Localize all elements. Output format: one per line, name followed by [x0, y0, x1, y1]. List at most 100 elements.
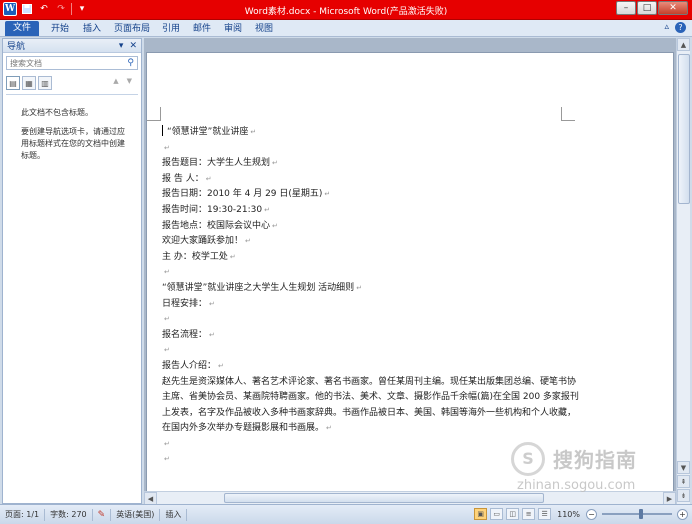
text-cursor — [162, 125, 163, 136]
paragraph-mark-icon: ↵ — [250, 128, 257, 136]
maximize-button[interactable]: □ — [637, 1, 657, 15]
previous-icon[interactable]: ▲ — [113, 77, 118, 85]
document-line[interactable]: 报告地点：校国际会议中心 ↵ — [162, 219, 582, 235]
navigation-pane: 导航 ▾ ✕ 搜索文档 ⚲ ▤ ▦ ▥ ▲ ▼ 此文档不包含标题。 要创建导航选… — [2, 38, 142, 504]
headings-view-icon[interactable]: ▤ — [6, 76, 20, 90]
paragraph-mark-icon: ↵ — [264, 205, 270, 214]
line-text: 报告地点：校国际会议中心 — [162, 220, 271, 231]
document-line[interactable]: ↵ — [162, 452, 582, 468]
minimize-button[interactable]: – — [616, 1, 636, 15]
view-zoom-controls: ▣ ▭ ◫ ≡ ☰ 110% − + — [474, 508, 688, 520]
scroll-up-icon[interactable]: ▲ — [677, 38, 690, 51]
zoom-slider[interactable] — [602, 509, 672, 519]
results-view-icon[interactable]: ▥ — [38, 76, 52, 90]
insert-mode[interactable]: 插入 — [160, 508, 188, 521]
tab-references[interactable]: 引用 — [162, 22, 180, 36]
line-text: 日程安排： — [162, 298, 208, 309]
line-text: “领慧讲堂”就业讲座之大学生人生规划 活动细则 — [162, 282, 355, 293]
document-line[interactable]: “领慧讲堂”就业讲座 ↵ — [162, 125, 582, 141]
language-indicator[interactable]: 英语(美国) — [111, 508, 161, 521]
document-line[interactable]: ↵ — [162, 343, 582, 359]
document-line[interactable]: ↵ — [162, 141, 582, 157]
tab-page-layout[interactable]: 页面布局 — [114, 22, 150, 36]
nav-close-icon[interactable]: ✕ — [129, 41, 137, 51]
pages-view-icon[interactable]: ▦ — [22, 76, 36, 90]
document-line[interactable]: 报名流程： ↵ — [162, 328, 582, 344]
full-screen-reading-icon[interactable]: ▭ — [490, 508, 504, 520]
line-text: 报告人介绍： — [162, 360, 217, 371]
help-icon[interactable]: ? — [675, 22, 686, 33]
document-line[interactable]: 欢迎大家踊跃参加！ ↵ — [162, 234, 582, 250]
nav-options-icon[interactable]: ▾ — [119, 41, 124, 51]
document-line[interactable]: ↵ — [162, 265, 582, 281]
document-line[interactable]: ↵ — [162, 312, 582, 328]
ribbon-right-controls: ▵ ? — [664, 22, 686, 33]
ribbon-collapse-icon[interactable]: ▵ — [664, 22, 669, 33]
zoom-out-icon[interactable]: − — [586, 508, 597, 520]
window-title: Word素材.docx - Microsoft Word(产品激活失败) — [244, 7, 448, 17]
paragraph-mark-icon: ↵ — [164, 268, 170, 277]
document-line[interactable]: 报告人介绍： ↵ — [162, 359, 582, 375]
print-layout-icon[interactable]: ▣ — [474, 508, 488, 520]
window-controls: – □ ✕ — [616, 1, 688, 15]
vertical-scroll-thumb[interactable] — [678, 54, 690, 204]
paragraph-mark-icon: ↵ — [205, 174, 212, 183]
line-text: 报告题目：大学生人生规划 — [162, 158, 271, 169]
nav-pane-header: 导航 ▾ ✕ — [3, 39, 141, 53]
zoom-in-icon[interactable]: + — [677, 508, 688, 520]
close-button[interactable]: ✕ — [658, 1, 688, 15]
paragraph-mark-icon: ↵ — [164, 455, 170, 464]
horizontal-scrollbar[interactable]: ◀ ▶ — [144, 491, 676, 505]
vertical-scrollbar[interactable]: ▲ ▼ ⇞ ⇟ — [676, 38, 690, 504]
horizontal-scroll-thumb[interactable] — [224, 493, 544, 503]
tab-home[interactable]: 开始 — [51, 22, 69, 36]
tab-view[interactable]: 视图 — [255, 22, 273, 36]
paragraph-mark-icon: ↵ — [356, 283, 363, 292]
zoom-slider-thumb[interactable] — [638, 509, 643, 519]
line-text: 报 告 人： — [162, 173, 204, 184]
outline-icon[interactable]: ≡ — [522, 508, 536, 520]
scroll-down-icon[interactable]: ▼ — [677, 461, 690, 474]
line-text: 主 办：校学工处 — [162, 251, 228, 262]
document-line[interactable]: 报 告 人： ↵ — [162, 172, 582, 188]
paragraph-mark-icon: ↵ — [209, 299, 215, 308]
line-text: “领慧讲堂”就业讲座 — [167, 127, 249, 137]
document-line[interactable]: 赵先生是资深媒体人、著名艺术评论家、著名书画家。曾任某周刊主编。现任某出版集团总… — [162, 375, 582, 437]
no-headings-message: 此文档不包含标题。 — [21, 108, 93, 117]
word-count[interactable]: 字数: 270 — [45, 508, 93, 521]
next-icon[interactable]: ▼ — [127, 77, 132, 85]
proofing-icon[interactable]: ✎ — [93, 508, 112, 521]
document-line[interactable]: 报告题目：大学生人生规划 ↵ — [162, 156, 582, 172]
document-line[interactable]: 报告日期：2010 年 4 月 29 日(星期五) ↵ — [162, 187, 582, 203]
document-page[interactable]: “领慧讲堂”就业讲座 ↵ ↵ 报告题目：大学生人生规划 ↵ 报 告 人： ↵ 报告日期：201… — [146, 52, 674, 504]
search-icon[interactable]: ⚲ — [127, 58, 134, 68]
zoom-level[interactable]: 110% — [557, 510, 580, 519]
line-text: 赵先生是资深媒体人、著名艺术评论家、著名书画家。曾任某周刊主编。现任某出版集团总… — [162, 376, 579, 434]
nav-search-input[interactable]: 搜索文档 ⚲ — [6, 56, 138, 70]
nav-search-placeholder: 搜索文档 — [10, 58, 42, 68]
paragraph-mark-icon: ↵ — [272, 159, 278, 168]
next-page-icon[interactable]: ⇟ — [677, 489, 690, 502]
previous-page-icon[interactable]: ⇞ — [677, 475, 690, 488]
tab-insert[interactable]: 插入 — [83, 22, 101, 36]
page-count[interactable]: 页面: 1/1 — [0, 508, 46, 521]
paragraph-mark-icon: ↵ — [164, 143, 170, 152]
line-text: 报告日期：2010 年 4 月 29 日(星期五) — [162, 189, 323, 200]
tab-review[interactable]: 审阅 — [224, 22, 242, 36]
web-layout-icon[interactable]: ◫ — [506, 508, 520, 520]
draft-icon[interactable]: ☰ — [538, 508, 552, 520]
document-line[interactable]: 日程安排： ↵ — [162, 297, 582, 313]
paragraph-mark-icon: ↵ — [272, 221, 278, 230]
paragraph-mark-icon: ↵ — [209, 330, 215, 339]
tab-mailings[interactable]: 邮件 — [193, 22, 211, 36]
document-text[interactable]: “领慧讲堂”就业讲座 ↵ ↵ 报告题目：大学生人生规划 ↵ 报 告 人： ↵ 报告日期：201… — [162, 125, 582, 468]
paragraph-mark-icon: ↵ — [324, 190, 331, 199]
paragraph-mark-icon: ↵ — [164, 315, 170, 324]
document-line[interactable]: 主 办：校学工处 ↵ — [162, 250, 582, 266]
tab-file[interactable]: 文件 — [5, 21, 39, 36]
document-line[interactable]: ↵ — [162, 437, 582, 453]
document-line[interactable]: “领慧讲堂”就业讲座之大学生人生规划 活动细则 ↵ — [162, 281, 582, 297]
paragraph-mark-icon: ↵ — [245, 237, 251, 246]
document-line[interactable]: 报告时间：19:30-21:30 ↵ — [162, 203, 582, 219]
nav-pane-title: 导航 — [7, 42, 26, 52]
